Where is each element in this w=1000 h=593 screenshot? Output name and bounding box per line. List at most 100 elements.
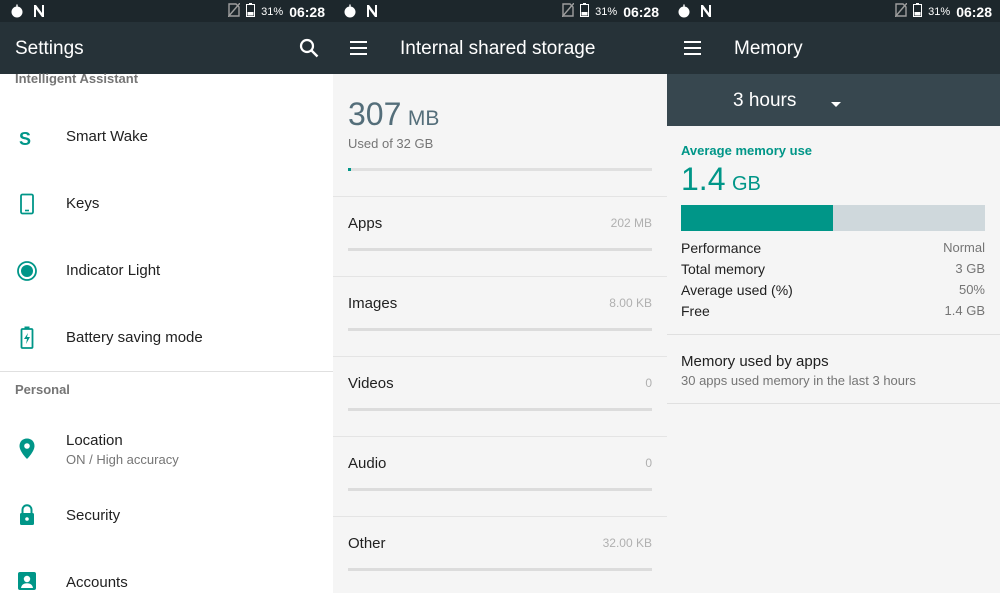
settings-item-label: Location bbox=[66, 432, 123, 449]
period-value: 3 hours bbox=[733, 90, 797, 111]
location-pin-icon bbox=[16, 437, 38, 459]
n-notification-icon bbox=[699, 4, 713, 21]
page-title: Settings bbox=[15, 38, 84, 59]
indicator-light-icon bbox=[16, 260, 38, 282]
svg-text:S: S bbox=[19, 129, 31, 148]
lock-icon bbox=[16, 503, 38, 525]
battery-percent: 31% bbox=[928, 5, 951, 18]
storage-row-bar bbox=[348, 328, 652, 331]
storage-row-value: 8.00 KB bbox=[609, 296, 652, 310]
storage-row-bar bbox=[348, 568, 652, 571]
status-bar: 31% 06:28 bbox=[0, 0, 333, 22]
page-title: Internal shared storage bbox=[400, 38, 596, 59]
memory-stat-key: Average used (%) bbox=[681, 282, 793, 298]
storage-row-label: Images bbox=[348, 295, 398, 312]
n-notification-icon bbox=[32, 4, 46, 21]
storage-row-audio[interactable]: Audio 0 bbox=[333, 436, 667, 516]
storage-row-value: 0 bbox=[645, 376, 652, 390]
storage-used-unit: MB bbox=[407, 107, 440, 130]
storage-row-other[interactable]: Other 32.00 KB bbox=[333, 516, 667, 593]
avg-memory-label: Average memory use bbox=[681, 143, 813, 158]
search-icon[interactable] bbox=[299, 38, 319, 63]
avg-memory-summary: 1.4 GB bbox=[681, 161, 761, 198]
period-selector[interactable]: 3 hours bbox=[667, 74, 1000, 126]
memory-apps-sub: 30 apps used memory in the last 3 hours bbox=[681, 373, 916, 388]
battery-icon bbox=[580, 3, 590, 20]
memory-usage-fill bbox=[681, 205, 833, 231]
account-box-icon bbox=[16, 570, 38, 592]
memory-used-by-apps-item[interactable]: Memory used by apps 30 apps used memory … bbox=[667, 335, 1000, 403]
settings-item-keys[interactable]: Keys bbox=[0, 171, 333, 237]
dropdown-arrow-icon bbox=[830, 96, 842, 114]
settings-item-label: Keys bbox=[66, 195, 100, 212]
storage-row-value: 32.00 KB bbox=[602, 536, 652, 550]
settings-item-label: Battery saving mode bbox=[66, 329, 203, 346]
no-sim-icon bbox=[894, 2, 908, 20]
battery-charging-icon bbox=[16, 326, 38, 349]
storage-usage-bar bbox=[348, 168, 652, 171]
settings-item-accounts[interactable]: Accounts bbox=[0, 550, 333, 593]
storage-panel: 31% 06:28 Internal shared storage 307 MB… bbox=[333, 0, 667, 593]
section-personal: Personal bbox=[15, 382, 70, 397]
storage-row-value: 0 bbox=[645, 456, 652, 470]
battery-icon bbox=[246, 3, 256, 20]
memory-stat-row: Average used (%) 50% bbox=[681, 282, 985, 303]
app-bar: Memory bbox=[667, 22, 1000, 74]
storage-used-summary: 307 MB bbox=[348, 96, 439, 133]
smart-wake-icon: S bbox=[17, 128, 39, 150]
app-notification-icon bbox=[343, 4, 357, 21]
settings-item-smart-wake[interactable]: S Smart Wake bbox=[0, 104, 333, 170]
settings-item-security[interactable]: Security bbox=[0, 484, 333, 550]
battery-percent: 31% bbox=[261, 5, 284, 18]
settings-item-sublabel: ON / High accuracy bbox=[66, 452, 179, 467]
memory-apps-title: Memory used by apps bbox=[681, 353, 829, 370]
menu-icon[interactable] bbox=[349, 40, 369, 56]
memory-stat-key: Free bbox=[681, 303, 710, 319]
storage-row-value: 202 MB bbox=[610, 216, 652, 230]
memory-stat-key: Total memory bbox=[681, 261, 766, 277]
no-sim-icon bbox=[561, 2, 575, 20]
storage-row-bar bbox=[348, 408, 652, 411]
menu-icon[interactable] bbox=[683, 40, 703, 56]
settings-item-label: Security bbox=[66, 507, 121, 524]
memory-stat-row: Performance Normal bbox=[681, 240, 985, 261]
n-notification-icon bbox=[365, 4, 379, 21]
memory-stat-key: Performance bbox=[681, 240, 762, 256]
section-intelligent-assistant: Intelligent Assistant bbox=[15, 71, 139, 86]
app-notification-icon bbox=[10, 4, 24, 21]
storage-used-of: Used of 32 GB bbox=[348, 136, 434, 151]
storage-row-images[interactable]: Images 8.00 KB bbox=[333, 276, 667, 356]
storage-row-label: Other bbox=[348, 535, 386, 552]
settings-item-battery-saving[interactable]: Battery saving mode bbox=[0, 305, 333, 371]
storage-row-videos[interactable]: Videos 0 bbox=[333, 356, 667, 436]
avg-memory-value: 1.4 bbox=[681, 161, 726, 197]
status-bar: 31% 06:28 bbox=[667, 0, 1000, 22]
storage-row-label: Apps bbox=[348, 215, 383, 232]
memory-stat-value: 1.4 GB bbox=[944, 303, 985, 318]
clock: 06:28 bbox=[956, 3, 992, 20]
status-bar: 31% 06:28 bbox=[333, 0, 667, 22]
app-bar: Settings bbox=[0, 22, 333, 74]
storage-row-apps[interactable]: Apps 202 MB bbox=[333, 196, 667, 276]
section-divider bbox=[0, 371, 333, 372]
memory-stat-value: Normal bbox=[943, 240, 985, 255]
settings-item-indicator-light[interactable]: Indicator Light bbox=[0, 238, 333, 304]
app-bar: Internal shared storage bbox=[333, 22, 667, 74]
settings-item-label: Smart Wake bbox=[66, 128, 148, 145]
settings-item-location[interactable]: Location ON / High accuracy bbox=[0, 418, 333, 484]
memory-stat-value: 3 GB bbox=[955, 261, 985, 276]
page-title: Memory bbox=[734, 38, 803, 59]
storage-row-bar bbox=[348, 248, 652, 251]
memory-usage-bar bbox=[681, 205, 985, 231]
settings-item-label: Indicator Light bbox=[66, 262, 161, 279]
storage-used-value: 307 bbox=[348, 96, 402, 132]
memory-panel: 31% 06:28 Memory 3 hours Average memory … bbox=[667, 0, 1000, 593]
no-sim-icon bbox=[227, 2, 241, 20]
clock: 06:28 bbox=[623, 3, 659, 20]
phone-key-icon bbox=[16, 193, 38, 215]
settings-panel: 31% 06:28 Settings Intelligent Assistant… bbox=[0, 0, 333, 593]
battery-icon bbox=[913, 3, 923, 20]
avg-memory-unit: GB bbox=[731, 173, 761, 195]
memory-stat-row: Total memory 3 GB bbox=[681, 261, 985, 282]
memory-stat-value: 50% bbox=[958, 282, 985, 297]
